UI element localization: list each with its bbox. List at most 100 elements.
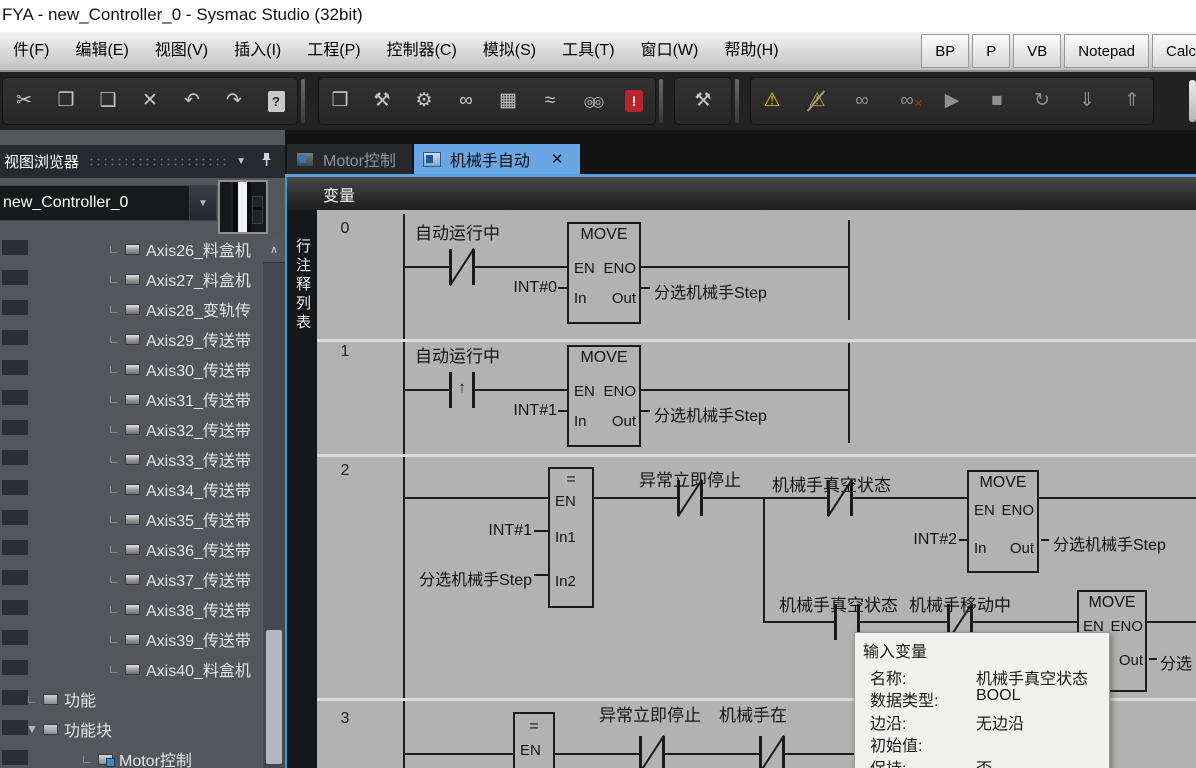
- monitor-icon[interactable]: ∞: [850, 89, 874, 113]
- tree-item-axis33[interactable]: ∟Axis33_传送带: [0, 444, 285, 474]
- rung-number[interactable]: 3: [323, 710, 367, 728]
- help-icon[interactable]: ?: [264, 89, 288, 113]
- cut-icon[interactable]: ✂: [12, 89, 36, 113]
- controller-select-arrow[interactable]: ▼: [190, 185, 217, 221]
- watch-table-icon[interactable]: ▦: [496, 89, 520, 113]
- watch-window-icon[interactable]: ∞: [454, 89, 478, 113]
- menu-simulation[interactable]: 模拟(S): [470, 32, 549, 70]
- nc-contact[interactable]: [677, 480, 703, 516]
- equals-block[interactable]: = EN: [513, 712, 555, 768]
- tree-item-axis27[interactable]: ∟Axis27_料盒机: [0, 264, 285, 294]
- paste-icon[interactable]: ❑: [96, 89, 120, 113]
- pin-icon[interactable]: [260, 152, 273, 171]
- row-comment-strip[interactable]: 行注释列表: [287, 210, 317, 768]
- tree-item-axis31[interactable]: ∟Axis31_传送带: [0, 384, 285, 414]
- transfer-from-controller-icon[interactable]: ⇑: [1120, 89, 1144, 113]
- quick-notepad-button[interactable]: Notepad: [1064, 34, 1149, 68]
- move-block[interactable]: MOVE EN ENO In Out: [567, 345, 641, 447]
- tree-item-axis28[interactable]: ∟Axis28_变轨传: [0, 294, 285, 324]
- tree-item-axis26[interactable]: ∟Axis26_料盒机: [0, 234, 285, 264]
- contact-variable-label[interactable]: 异常立即停止: [599, 701, 701, 726]
- online-edit-icon[interactable]: ⚒: [691, 89, 715, 113]
- monitor-stop-icon[interactable]: ∞: [895, 89, 919, 113]
- tree-item-motor-control[interactable]: ∟Motor控制: [0, 744, 285, 768]
- search-icon[interactable]: ◎◎: [580, 89, 604, 113]
- input-operand[interactable]: INT#1: [457, 402, 557, 420]
- rung-number[interactable]: 2: [323, 462, 367, 480]
- menu-view[interactable]: 视图(V): [142, 32, 221, 70]
- rebuild-icon[interactable]: ⚙: [412, 89, 436, 113]
- troubleshoot-icon[interactable]: !: [622, 89, 646, 113]
- equals-block[interactable]: = EN In1 In2: [548, 467, 594, 608]
- tree-item-axis39[interactable]: ∟Axis39_传送带: [0, 624, 285, 654]
- menu-project[interactable]: 工程(P): [294, 32, 373, 70]
- warning-offline-icon[interactable]: ⚠: [805, 89, 829, 113]
- quick-calc-button[interactable]: Calc: [1152, 34, 1196, 68]
- nc-contact[interactable]: [827, 480, 853, 516]
- contact-variable-label[interactable]: 自动运行中: [415, 219, 500, 244]
- input-operand[interactable]: 分选机械手Step: [402, 566, 532, 590]
- rung-number[interactable]: 0: [323, 220, 367, 238]
- scrollbar-thumb[interactable]: [266, 630, 282, 764]
- chevron-down-icon[interactable]: ▼: [236, 156, 246, 167]
- editor-pane: Motor控制 机械手自动 ✕ 变量 行注释列表 0 自动运行中 MOVE: [285, 130, 1196, 768]
- tree-item-axis32[interactable]: ∟Axis32_传送带: [0, 414, 285, 444]
- contact-variable-label[interactable]: 机械手在: [719, 701, 787, 726]
- menu-tools[interactable]: 工具(T): [549, 32, 627, 70]
- input-operand[interactable]: INT#0: [457, 279, 557, 297]
- controller-select-value[interactable]: new_Controller_0: [0, 185, 190, 221]
- axis-icon: [125, 634, 140, 645]
- rung-number[interactable]: 1: [323, 343, 367, 361]
- output-operand[interactable]: 分选机械手Step: [654, 402, 767, 426]
- tree-item-axis38[interactable]: ∟Axis38_传送带: [0, 594, 285, 624]
- input-operand[interactable]: INT#2: [869, 531, 957, 549]
- menu-window[interactable]: 窗口(W): [628, 32, 712, 70]
- copy-icon[interactable]: ❐: [54, 89, 78, 113]
- tree-item-axis35[interactable]: ∟Axis35_传送带: [0, 504, 285, 534]
- tab-robot-auto[interactable]: 机械手自动 ✕: [414, 144, 580, 174]
- build-icon[interactable]: ⚒: [370, 89, 394, 113]
- output-operand[interactable]: 分选机械手Step: [654, 279, 767, 303]
- program-mode-icon[interactable]: ■: [985, 89, 1009, 113]
- tree-item-functions[interactable]: ∟功能: [0, 684, 285, 714]
- tab-motor-control[interactable]: Motor控制: [287, 144, 412, 174]
- output-operand[interactable]: 分选机械手Step: [1053, 531, 1166, 555]
- warning-online-icon[interactable]: ⚠: [760, 89, 784, 113]
- contact-variable-label[interactable]: 自动运行中: [415, 342, 500, 367]
- nc-contact[interactable]: [759, 736, 785, 768]
- window-layout-icon[interactable]: ❒: [328, 89, 352, 113]
- menu-help[interactable]: 帮助(H): [711, 32, 791, 70]
- tree-item-axis40[interactable]: ∟Axis40_料盒机: [0, 654, 285, 684]
- data-trace-icon[interactable]: ≈: [538, 89, 562, 113]
- tree-item-axis29[interactable]: ∟Axis29_传送带: [0, 324, 285, 354]
- menu-edit[interactable]: 编辑(E): [62, 32, 141, 70]
- tree-item-axis36[interactable]: ∟Axis36_传送带: [0, 534, 285, 564]
- move-block[interactable]: MOVE EN ENO In Out: [967, 470, 1039, 573]
- menu-file[interactable]: 件(F): [0, 32, 62, 70]
- quick-bp-button[interactable]: BP: [921, 34, 969, 68]
- redo-icon[interactable]: ↷: [222, 89, 246, 113]
- scroll-up-icon[interactable]: ∧: [263, 237, 285, 263]
- output-operand[interactable]: 分选: [1160, 650, 1192, 674]
- tree-item-axis37[interactable]: ∟Axis37_传送带: [0, 564, 285, 594]
- move-block[interactable]: MOVE EN ENO In Out: [567, 222, 641, 324]
- menu-insert[interactable]: 插入(I): [221, 32, 294, 70]
- nc-contact[interactable]: [639, 736, 665, 768]
- tree-item-axis30[interactable]: ∟Axis30_传送带: [0, 354, 285, 384]
- quick-p-button[interactable]: P: [972, 34, 1010, 68]
- tree-item-function-blocks[interactable]: ▼功能块: [0, 714, 285, 744]
- document-tabs: Motor控制 机械手自动 ✕: [285, 130, 1196, 174]
- trash-icon[interactable]: ✕: [138, 89, 162, 113]
- toolbar-end-grip[interactable]: [1189, 80, 1196, 122]
- quick-vb-button[interactable]: VB: [1013, 34, 1061, 68]
- close-icon[interactable]: ✕: [551, 150, 564, 168]
- input-operand[interactable]: INT#1: [447, 522, 532, 540]
- run-mode-icon[interactable]: ▶: [940, 89, 964, 113]
- variables-bar[interactable]: 变量: [285, 177, 1196, 210]
- tree-item-axis34[interactable]: ∟Axis34_传送带: [0, 474, 285, 504]
- synchronize-icon[interactable]: ↻: [1030, 89, 1054, 113]
- tree-scrollbar[interactable]: ∧: [263, 237, 285, 768]
- undo-icon[interactable]: ↶: [180, 89, 204, 113]
- menu-controller[interactable]: 控制器(C): [374, 32, 470, 70]
- transfer-to-controller-icon[interactable]: ⇓: [1075, 89, 1099, 113]
